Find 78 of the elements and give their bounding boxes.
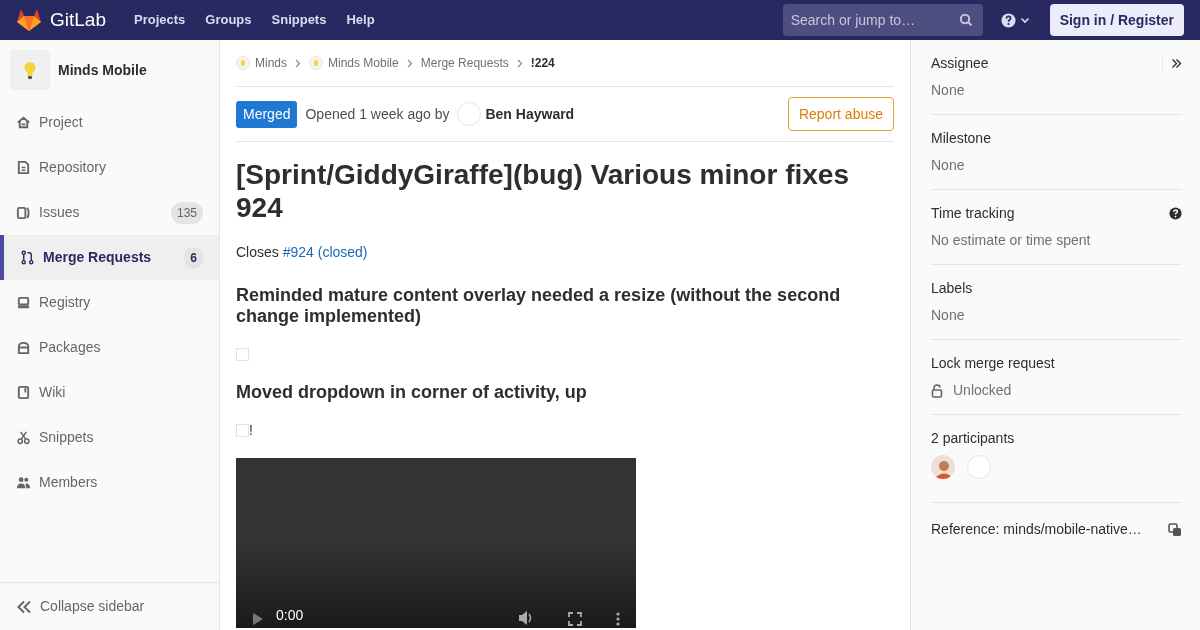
- section-value: No estimate or time spent: [931, 231, 1091, 250]
- project-name[interactable]: Minds Mobile: [58, 59, 147, 81]
- more-options-icon[interactable]: [616, 612, 620, 626]
- section-label: Assignee: [931, 54, 989, 73]
- section-value: None: [931, 156, 965, 175]
- sidebar-item[interactable]: Wiki: [0, 370, 219, 415]
- section-heading: Reminded mature content overlay needed a resize (without the second change implemented): [236, 285, 842, 327]
- count-badge: 135: [170, 201, 203, 224]
- video-time: 0:00: [276, 606, 305, 625]
- section-value: Unlocked: [953, 381, 1012, 400]
- section-label: Labels: [931, 279, 973, 298]
- users-icon: [16, 475, 31, 490]
- report-abuse-button[interactable]: Report abuse: [787, 97, 894, 131]
- copy-icon[interactable]: [1168, 522, 1182, 537]
- section-value: None: [931, 306, 965, 325]
- participant-avatar[interactable]: [931, 455, 955, 479]
- nav-link[interactable]: Groups: [205, 10, 252, 30]
- sidebar-item[interactable]: Snippets: [0, 415, 219, 460]
- volume-icon[interactable]: [518, 610, 534, 626]
- chevron-right-icon: [295, 58, 301, 68]
- collapse-sidebar-button[interactable]: Collapse sidebar: [0, 582, 219, 630]
- book-icon: [16, 385, 31, 400]
- unlocked-padlock-icon: [931, 383, 943, 398]
- reference-text: Reference: minds/mobile-native…: [931, 520, 1142, 539]
- section-label: Milestone: [931, 129, 991, 148]
- fullscreen-icon[interactable]: [568, 612, 582, 626]
- lightbulb-icon: [24, 61, 36, 79]
- video-player[interactable]: 0:00: [236, 458, 636, 628]
- gitlab-wordmark[interactable]: GitLab: [50, 5, 106, 35]
- merged-status-badge: Merged: [236, 100, 298, 128]
- chevron-right-icon: [516, 58, 523, 68]
- play-icon[interactable]: [252, 612, 264, 626]
- opened-by-text: Opened 1 week ago by: [305, 104, 450, 124]
- broken-image-icon: [236, 424, 249, 437]
- issues-icon: [16, 205, 31, 220]
- sidebar-item[interactable]: Members: [0, 460, 219, 505]
- section-value: None: [931, 81, 965, 100]
- count-badge: 6: [184, 246, 203, 269]
- scissors-icon: [16, 430, 31, 445]
- home-icon: [16, 115, 31, 130]
- search-field[interactable]: Search or jump to…: [782, 4, 983, 36]
- sidebar-item[interactable]: Merge Requests 6: [0, 235, 219, 280]
- section-label: Time tracking: [931, 204, 1015, 223]
- issue-link[interactable]: #924 (closed): [282, 244, 368, 260]
- document-icon: [16, 160, 31, 175]
- breadcrumb-link[interactable]: Minds: [255, 54, 287, 72]
- help-dropdown[interactable]: [1000, 12, 1030, 28]
- sign-in-button[interactable]: Sign in / Register: [1049, 4, 1184, 36]
- broken-image-icon: [236, 348, 249, 361]
- breadcrumb-link[interactable]: Merge Requests: [420, 54, 509, 72]
- breadcrumb-link[interactable]: !224: [530, 54, 555, 72]
- double-chevron-left-icon: [16, 599, 32, 614]
- sidebar-item[interactable]: Issues 135: [0, 190, 219, 235]
- double-chevron-right-icon[interactable]: [1171, 58, 1182, 69]
- help-icon: [1000, 12, 1016, 28]
- search-icon: [958, 13, 973, 27]
- nav-link[interactable]: Projects: [134, 10, 186, 30]
- package-icon: [16, 340, 31, 355]
- sidebar-item[interactable]: Packages: [0, 325, 219, 370]
- merge-request-title: [Sprint/GiddyGiraffe](bug) Various minor fixes 924: [236, 158, 850, 224]
- merge-request-icon: [20, 250, 35, 265]
- section-label: 2 participants: [931, 429, 1015, 448]
- nav-link[interactable]: Snippets: [271, 10, 327, 30]
- caret-icon: [1019, 16, 1030, 24]
- sidebar-item[interactable]: Registry: [0, 280, 219, 325]
- nav-link[interactable]: Help: [346, 10, 375, 30]
- author-link[interactable]: Ben Hayward: [485, 103, 575, 125]
- exclamation-text: !: [249, 423, 253, 437]
- sidebar-item[interactable]: Project: [0, 100, 219, 145]
- closes-issue-text: Closes #924 (closed): [236, 243, 369, 262]
- laptop-icon: [16, 295, 31, 310]
- help-icon[interactable]: [1169, 207, 1182, 220]
- breadcrumb-link[interactable]: Minds Mobile: [328, 54, 399, 72]
- section-label: Lock merge request: [931, 354, 1055, 373]
- sidebar-item[interactable]: Repository: [0, 145, 219, 190]
- section-heading: Moved dropdown in corner of activity, up: [236, 382, 588, 403]
- chevron-right-icon: [406, 58, 413, 68]
- gitlab-logo-icon[interactable]: [16, 8, 42, 32]
